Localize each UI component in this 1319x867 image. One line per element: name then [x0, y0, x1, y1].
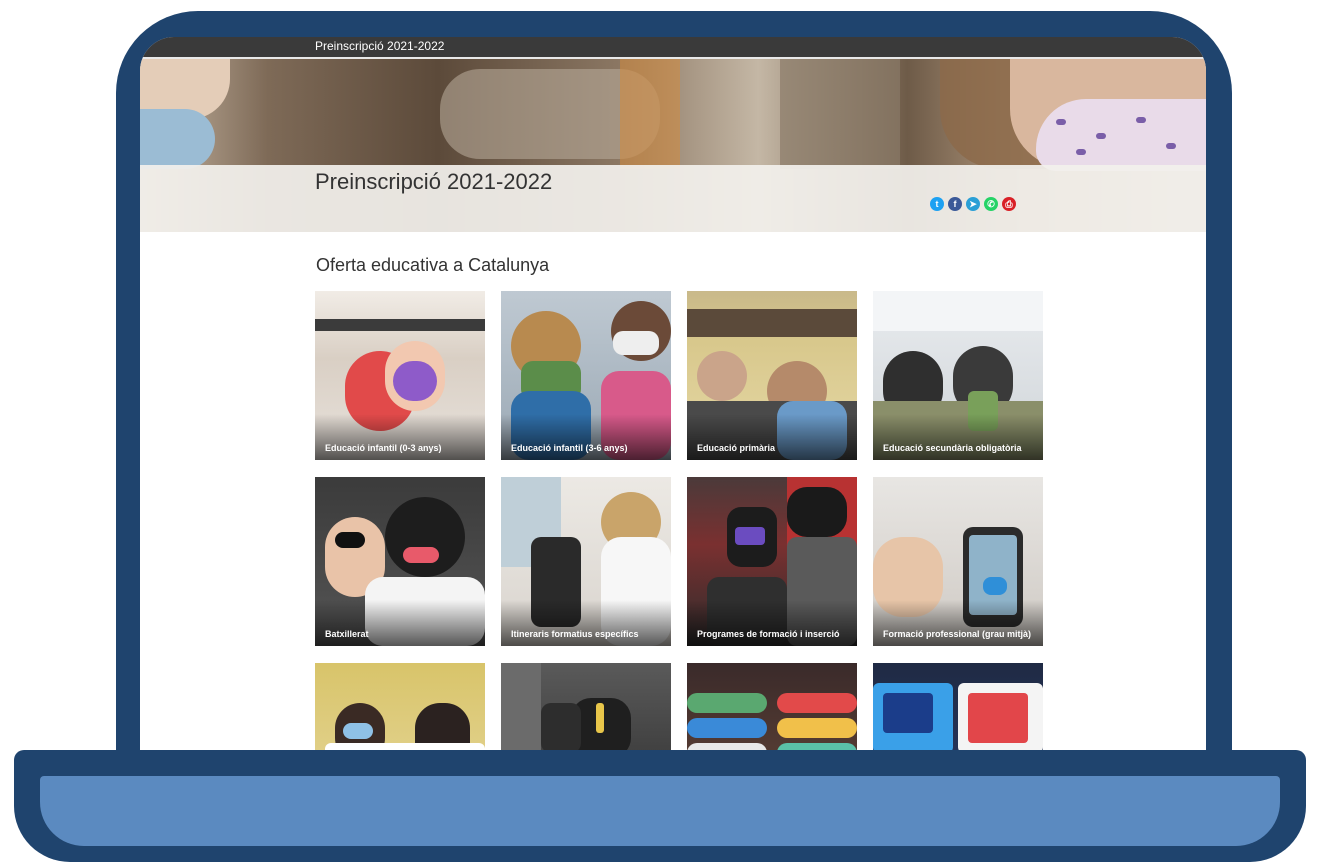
- education-card-photo: [315, 663, 485, 757]
- hero-banner: [140, 59, 1206, 232]
- education-card[interactable]: Itineraris formatius específics: [501, 477, 671, 646]
- page-title: Preinscripció 2021-2022: [315, 169, 553, 194]
- education-card[interactable]: [873, 663, 1043, 757]
- education-card-photo: [687, 663, 857, 757]
- education-card[interactable]: Educació secundària obligatòria: [873, 291, 1043, 460]
- print-icon[interactable]: ⎙: [1002, 197, 1016, 211]
- laptop-base-panel: [40, 776, 1280, 846]
- hero-face-mask-left: [140, 109, 215, 169]
- twitter-icon[interactable]: t: [930, 197, 944, 211]
- top-bar-title[interactable]: Preinscripció 2021-2022: [315, 39, 444, 53]
- education-card[interactable]: Programes de formació i inserció: [687, 477, 857, 646]
- share-buttons: t f ➤ ✆ ⎙: [930, 197, 1016, 211]
- education-card[interactable]: Educació primària: [687, 291, 857, 460]
- education-card[interactable]: Educació infantil (0-3 anys): [315, 291, 485, 460]
- education-card-label: Batxillerat: [325, 629, 369, 639]
- hero-background-blur: [620, 59, 680, 169]
- education-card-photo: [873, 663, 1043, 757]
- education-card[interactable]: Formació professional (grau mitjà): [873, 477, 1043, 646]
- education-card[interactable]: [687, 663, 857, 757]
- education-card[interactable]: Educació infantil (3-6 anys): [501, 291, 671, 460]
- education-card-label: Educació primària: [697, 443, 776, 453]
- hero-face-mask-right: [1036, 99, 1206, 171]
- top-bar: Preinscripció 2021-2022: [140, 37, 1206, 59]
- education-card-label: Educació infantil (0-3 anys): [325, 443, 442, 453]
- hero-background-blur: [780, 59, 900, 169]
- education-card-label: Educació infantil (3-6 anys): [511, 443, 628, 453]
- whatsapp-icon[interactable]: ✆: [984, 197, 998, 211]
- education-card[interactable]: [315, 663, 485, 757]
- laptop-screen: Preinscripció 2021-2022 Preinscripció 20…: [140, 37, 1206, 757]
- education-card-label: Formació professional (grau mitjà): [883, 629, 1032, 639]
- section-title: Oferta educativa a Catalunya: [316, 255, 550, 275]
- education-card-label: Itineraris formatius específics: [511, 629, 639, 639]
- education-card-label: Programes de formació i inserció: [697, 629, 840, 639]
- education-card-photo: [501, 663, 671, 757]
- education-card[interactable]: [501, 663, 671, 757]
- facebook-icon[interactable]: f: [948, 197, 962, 211]
- hero-title-band: [140, 165, 1206, 232]
- education-card[interactable]: Batxillerat: [315, 477, 485, 646]
- telegram-icon[interactable]: ➤: [966, 197, 980, 211]
- education-card-label: Educació secundària obligatòria: [883, 443, 1022, 453]
